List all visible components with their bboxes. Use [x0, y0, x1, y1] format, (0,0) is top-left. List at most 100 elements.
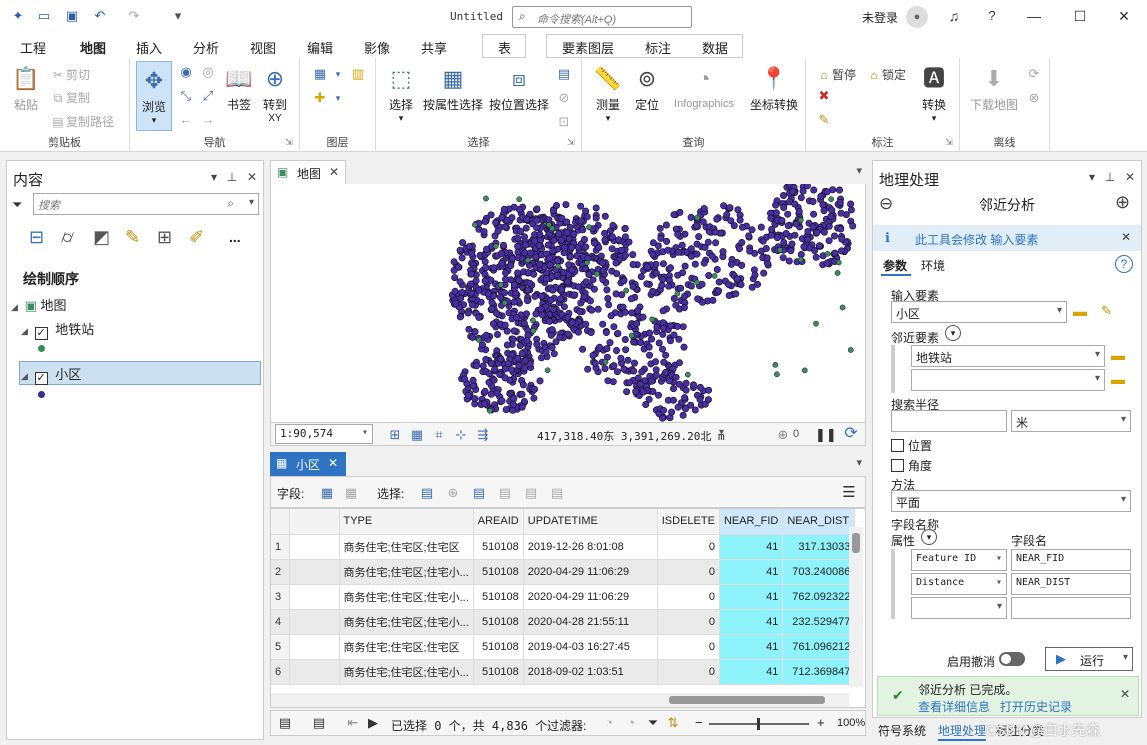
near-fid-cell[interactable]: 41	[719, 634, 784, 660]
help-icon[interactable]: ?	[1115, 255, 1133, 273]
refresh-icon[interactable]: ⟳	[843, 426, 859, 442]
near-fid-cell[interactable]: 41	[719, 659, 784, 685]
collapse-near-features-icon[interactable]: ▾	[945, 325, 961, 341]
table-menu-icon[interactable]: ☰	[841, 485, 857, 501]
previous-record-icon[interactable]: ⇤	[345, 715, 361, 731]
areaid-cell[interactable]: 510108	[473, 634, 524, 660]
angle-checkbox[interactable]	[891, 459, 904, 472]
radius-unit-select[interactable]: 米 ▾	[1011, 410, 1131, 432]
close-pane-icon[interactable]: ✕	[245, 170, 259, 184]
tab-environments[interactable]: 环境	[921, 257, 945, 274]
download-map-button[interactable]: ⬇ 下载地图	[966, 64, 1022, 113]
add-data-icon[interactable]: ▥	[350, 66, 366, 82]
tab-attribute-table[interactable]: ▦ 小区 ✕	[270, 452, 346, 476]
navigate-launcher-icon[interactable]: ⇲	[281, 134, 297, 150]
clear-selection-icon[interactable]: ⊘	[556, 90, 572, 106]
method-select[interactable]: 平面 ▾	[891, 490, 1131, 512]
table-row[interactable]: 4 商务住宅;住宅区;住宅小... 510108 2020-04-28 21:55:1…	[271, 609, 856, 635]
near-dist-cell[interactable]: 761.096212	[782, 634, 856, 660]
auto-hide-pin-icon[interactable]: ⊥	[1103, 170, 1117, 184]
near-fid-cell[interactable]: 41	[719, 559, 784, 585]
crosshair-tool-icon[interactable]: ⊹	[453, 427, 469, 443]
isdelete-cell[interactable]: 0	[657, 559, 720, 585]
locate-button[interactable]: ⊚ 定位	[630, 64, 664, 113]
forward-icon[interactable]: →	[200, 112, 216, 128]
filter-icon[interactable]: ⏷	[12, 197, 22, 213]
map-node[interactable]: ◢ ▣ 地图	[11, 295, 67, 314]
attribute-select-1[interactable]: Feature ID ▾	[911, 549, 1007, 571]
column-header-areaid[interactable]: AREAID	[473, 509, 524, 535]
open-history-link[interactable]: 打开历史记录	[1000, 698, 1072, 715]
collapse-icon[interactable]: ◢	[11, 302, 21, 313]
contents-search-input[interactable]: 搜索 ⌕ ▾	[33, 193, 259, 215]
dropdown-icon[interactable]: ▾	[996, 577, 1002, 588]
close-tab-icon[interactable]: ✕	[328, 456, 338, 470]
add-preset-dropdown-icon[interactable]: ▾	[330, 90, 346, 106]
dropdown-icon[interactable]: ▾	[1095, 349, 1100, 360]
table-row[interactable]: 6 商务住宅;住宅区;住宅小... 510108 2018-09-02 1:03:51…	[271, 659, 856, 685]
scale-input[interactable]: 1:90,574 ▾	[275, 424, 373, 444]
table-row[interactable]: 1 商务住宅;住宅区;住宅区 510108 2019-12-26 8:01:08 0 41…	[271, 534, 856, 560]
row-number-cell[interactable]: 6	[271, 659, 290, 685]
list-by-editing-icon[interactable]: ✎	[125, 227, 140, 248]
view-details-link[interactable]: 查看详细信息	[918, 698, 990, 715]
near-dist-cell[interactable]: 317.13033	[782, 534, 856, 560]
blank-cell[interactable]	[289, 584, 340, 610]
updatetime-cell[interactable]: 2020-04-28 21:55:11	[523, 609, 658, 635]
tab-edit[interactable]: 编辑	[307, 38, 333, 57]
blank-cell[interactable]	[289, 634, 340, 660]
angle-checkbox-row[interactable]: 角度	[891, 457, 932, 474]
dropdown-icon[interactable]: ▾	[1121, 414, 1126, 425]
save-icon[interactable]: ▣	[64, 8, 80, 24]
selection-launcher-icon[interactable]: ⇲	[563, 134, 579, 150]
column-header-near-fid[interactable]: NEAR_FID	[719, 509, 784, 535]
customize-toolbar-icon[interactable]: ▾	[170, 8, 186, 24]
next-record-icon[interactable]: ▶	[365, 715, 381, 731]
type-cell[interactable]: 商务住宅;住宅区;住宅区	[339, 534, 474, 560]
pause-labeling-button[interactable]: ⌂ 暂停	[816, 66, 856, 83]
attribute-select-3[interactable]: ▾	[911, 597, 1007, 619]
user-avatar-icon[interactable]: ●	[906, 6, 928, 28]
location-checkbox-row[interactable]: 位置	[891, 437, 932, 454]
horizontal-scrollbar[interactable]	[271, 693, 849, 707]
dropdown-icon[interactable]: ▾	[996, 553, 1002, 564]
areaid-cell[interactable]: 510108	[473, 584, 524, 610]
edit-pencil-icon[interactable]: ✎	[1101, 303, 1112, 319]
pause-drawing-icon[interactable]: ❚❚	[815, 427, 837, 443]
areaid-cell[interactable]: 510108	[473, 609, 524, 635]
row-number-cell[interactable]: 1	[271, 534, 290, 560]
switch-selection-icon[interactable]: ▤	[471, 485, 487, 501]
browse-folder-icon[interactable]: ▬	[1111, 347, 1125, 363]
row-number-cell[interactable]: 5	[271, 634, 290, 660]
labeling-launcher-icon[interactable]: ⇲	[941, 134, 957, 150]
table-row[interactable]: 2 商务住宅;住宅区;住宅小... 510108 2020-04-29 11:06:2…	[271, 559, 856, 585]
updatetime-cell[interactable]: 2019-12-26 8:01:08	[523, 534, 658, 560]
field-name-input-3[interactable]	[1011, 597, 1131, 619]
tab-parameters[interactable]: 参数	[883, 257, 907, 274]
list-by-snapping-icon[interactable]: ⊞	[157, 227, 172, 248]
list-by-labeling-icon[interactable]: ✐	[189, 227, 204, 248]
table-row[interactable]: 3 商务住宅;住宅区;住宅小... 510108 2020-04-29 11:06:2…	[271, 584, 856, 610]
browse-folder-icon[interactable]: ▬	[1111, 371, 1125, 387]
tab-share[interactable]: 共享	[421, 38, 447, 57]
isdelete-cell[interactable]: 0	[657, 609, 720, 635]
column-header-updatetime[interactable]: UPDATETIME	[523, 509, 658, 535]
label-more-icon[interactable]: ✎	[816, 112, 832, 128]
horizontal-scroll-thumb[interactable]	[669, 696, 825, 704]
sign-in-status[interactable]: 未登录	[862, 9, 898, 26]
infographics-button[interactable]: ◔ Infographics	[666, 64, 742, 110]
near-dist-cell[interactable]: 232.529477	[782, 609, 856, 635]
convert-labels-button[interactable]: 🅰 转换 ▾	[914, 64, 954, 124]
previous-extent-icon[interactable]: ◎	[200, 64, 216, 80]
navigation-icon[interactable]: ⇶	[475, 427, 491, 443]
filter-icon[interactable]: ⏷	[645, 715, 661, 731]
tab-view[interactable]: 视图	[250, 38, 276, 57]
tab-analysis[interactable]: 分析	[193, 38, 219, 57]
delete-selection-icon[interactable]: ▤	[523, 485, 539, 501]
tab-geoprocessing[interactable]: 地理处理	[938, 722, 987, 741]
tab-list-dropdown-icon[interactable]: ▾	[856, 164, 862, 177]
corner-cell[interactable]	[271, 509, 290, 535]
layer-node-metro[interactable]: ◢ ✓ 地铁站	[21, 319, 94, 340]
filter-extent-icon[interactable]: ◔	[601, 715, 617, 731]
tab-project[interactable]: 工程	[20, 38, 46, 57]
